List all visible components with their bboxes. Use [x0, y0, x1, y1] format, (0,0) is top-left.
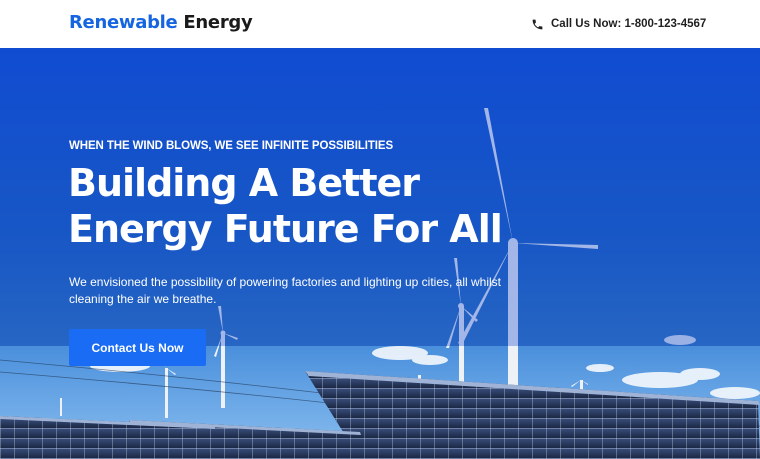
brand-name-part1: Renewable	[69, 12, 178, 33]
hero-section: WHEN THE WIND BLOWS, WE SEE INFINITE POS…	[0, 48, 760, 459]
phone-icon	[532, 19, 543, 29]
headline-line-1: Building A Better	[68, 161, 420, 205]
contact-us-button[interactable]: Contact Us Now	[69, 329, 206, 366]
headline-line-2: Energy Future For All	[68, 207, 503, 251]
site-header: Renewable Energy Call Us Now: 1-800-123-…	[0, 0, 760, 48]
hero-description: We envisioned the possibility of powerin…	[69, 275, 502, 306]
hero-headline: Building A Better Energy Future For All	[68, 160, 538, 252]
phone-number-text: Call Us Now: 1-800-123-4567	[551, 18, 707, 30]
hero-tagline: WHEN THE WIND BLOWS, WE SEE INFINITE POS…	[69, 140, 394, 152]
brand-logo[interactable]: Renewable Energy	[69, 11, 253, 35]
phone-contact[interactable]: Call Us Now: 1-800-123-4567	[531, 15, 706, 33]
hero-background-image	[0, 48, 760, 459]
brand-name-part2: Energy	[183, 12, 253, 33]
